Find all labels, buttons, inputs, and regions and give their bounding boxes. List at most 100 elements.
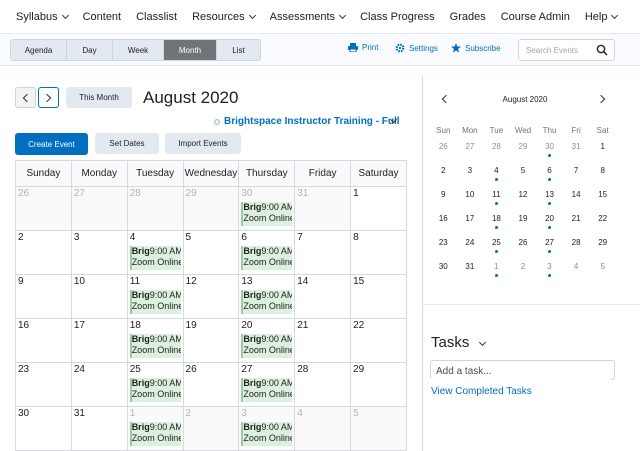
mini-day[interactable]: 11 (483, 186, 510, 210)
nav-item[interactable]: Help (585, 11, 619, 23)
day-cell[interactable]: 4 Brig9:00 AM Zoom Online (126, 230, 184, 275)
mini-day[interactable]: 26 (430, 138, 457, 162)
mini-day[interactable]: 16 (430, 210, 457, 234)
mini-day[interactable]: 5 (510, 162, 537, 186)
day-cell[interactable]: 12 (182, 274, 240, 319)
mini-day[interactable]: 4 (563, 258, 590, 282)
view-week-button[interactable]: Week (113, 40, 164, 60)
mini-day[interactable]: 26 (510, 234, 537, 258)
mini-day[interactable]: 21 (563, 210, 590, 234)
day-number[interactable]: 5 (184, 232, 238, 246)
day-cell[interactable]: 5 (350, 406, 407, 451)
calendar-event[interactable]: Brig9:00 AM Zoom Online (241, 246, 293, 270)
mini-day[interactable]: 19 (510, 210, 537, 234)
day-cell[interactable]: 29 (182, 186, 240, 231)
view-completed-tasks-link[interactable]: View Completed Tasks (431, 386, 532, 397)
day-number[interactable]: 31 (72, 408, 126, 422)
mini-day[interactable]: 6 (536, 162, 563, 186)
day-number[interactable]: 2 (16, 232, 70, 246)
day-number[interactable]: 1 (352, 188, 406, 202)
day-number[interactable]: 16 (16, 320, 70, 334)
search-icon[interactable] (596, 44, 608, 56)
calendar-event[interactable]: Brig9:00 AM Zoom Online (241, 378, 293, 402)
calendar-event[interactable]: Brig9:00 AM Zoom Online (241, 334, 293, 358)
calendar-event[interactable]: Brig9:00 AM Zoom Online (129, 334, 181, 358)
day-cell[interactable]: 26 (182, 362, 240, 407)
day-cell[interactable]: 2 (15, 230, 72, 275)
view-agenda-button[interactable]: Agenda (11, 40, 67, 60)
day-number[interactable]: 2 (184, 408, 238, 422)
day-cell[interactable]: 24 (70, 362, 128, 407)
mini-day[interactable]: 7 (563, 162, 590, 186)
calendar-event[interactable]: Brig9:00 AM Zoom Online (129, 290, 181, 314)
mini-day[interactable]: 20 (536, 210, 563, 234)
mini-day[interactable]: 1 (483, 258, 510, 282)
mini-day[interactable]: 29 (510, 138, 537, 162)
mini-day[interactable]: 1 (589, 138, 616, 162)
mini-day[interactable]: 27 (457, 138, 484, 162)
mini-day[interactable]: 18 (483, 210, 510, 234)
day-cell[interactable]: 1 (350, 186, 407, 231)
day-number[interactable]: 19 (184, 320, 238, 334)
day-number[interactable]: 17 (72, 320, 126, 334)
next-month-button[interactable] (38, 87, 59, 108)
mini-day[interactable]: 2 (510, 258, 537, 282)
day-cell[interactable]: 31 (294, 186, 352, 231)
mini-day[interactable]: 3 (457, 162, 484, 186)
day-cell[interactable]: 22 (350, 318, 407, 363)
day-number[interactable]: 29 (352, 364, 406, 378)
day-number[interactable]: 3 (240, 408, 294, 422)
day-cell[interactable]: 28 (294, 362, 352, 407)
day-number[interactable]: 3 (72, 232, 126, 246)
day-number[interactable]: 26 (184, 364, 238, 378)
view-month-button[interactable]: Month (164, 40, 217, 60)
day-number[interactable]: 20 (240, 320, 294, 334)
day-number[interactable]: 23 (16, 364, 70, 378)
day-cell[interactable]: 31 (70, 406, 128, 451)
mini-day[interactable]: 15 (589, 186, 616, 210)
calendar-event[interactable]: Brig9:00 AM Zoom Online (241, 422, 293, 446)
mini-day[interactable]: 22 (589, 210, 616, 234)
day-cell[interactable]: 14 (294, 274, 352, 319)
day-cell[interactable]: 11 Brig9:00 AM Zoom Online (126, 274, 184, 319)
day-cell[interactable]: 25 Brig9:00 AM Zoom Online (126, 362, 184, 407)
settings-button[interactable]: Settings (395, 43, 438, 53)
nav-item[interactable]: Grades (450, 11, 486, 23)
day-number[interactable]: 6 (240, 232, 294, 246)
day-cell[interactable]: 30 (15, 406, 72, 451)
mini-day[interactable]: 14 (563, 186, 590, 210)
mini-day[interactable]: 17 (457, 210, 484, 234)
day-number[interactable]: 27 (240, 364, 294, 378)
calendar-event[interactable]: Brig9:00 AM Zoom Online (129, 246, 181, 270)
mini-day[interactable]: 8 (589, 162, 616, 186)
mini-day[interactable]: 12 (510, 186, 537, 210)
add-task-input[interactable] (431, 362, 611, 381)
day-number[interactable]: 27 (72, 188, 126, 202)
day-number[interactable]: 7 (296, 232, 350, 246)
mini-day[interactable]: 10 (457, 186, 484, 210)
day-number[interactable]: 28 (296, 364, 350, 378)
day-cell[interactable]: 3 Brig9:00 AM Zoom Online (238, 406, 296, 451)
mini-prev-month-icon[interactable] (441, 94, 451, 104)
day-number[interactable]: 8 (352, 232, 406, 246)
day-cell[interactable]: 13 Brig9:00 AM Zoom Online (238, 274, 296, 319)
day-number[interactable]: 9 (16, 276, 70, 290)
day-cell[interactable]: 28 (126, 186, 184, 231)
day-number[interactable]: 12 (184, 276, 238, 290)
day-cell[interactable]: 26 (15, 186, 72, 231)
mini-day[interactable]: 25 (483, 234, 510, 258)
day-cell[interactable]: 20 Brig9:00 AM Zoom Online (238, 318, 296, 363)
nav-item[interactable]: Syllabus (16, 11, 69, 23)
day-cell[interactable]: 9 (15, 274, 72, 319)
day-cell[interactable]: 1 Brig9:00 AM Zoom Online (126, 406, 184, 451)
chevron-down-icon[interactable] (478, 338, 487, 347)
day-number[interactable]: 28 (128, 188, 182, 202)
day-cell[interactable]: 3 (70, 230, 128, 275)
day-cell[interactable]: 2 (182, 406, 240, 451)
mini-day[interactable]: 23 (430, 234, 457, 258)
day-cell[interactable]: 27 Brig9:00 AM Zoom Online (238, 362, 296, 407)
mini-day[interactable]: 28 (563, 234, 590, 258)
day-number[interactable]: 11 (128, 276, 182, 290)
nav-item[interactable]: Classlist (136, 11, 177, 23)
day-cell[interactable]: 7 (294, 230, 352, 275)
